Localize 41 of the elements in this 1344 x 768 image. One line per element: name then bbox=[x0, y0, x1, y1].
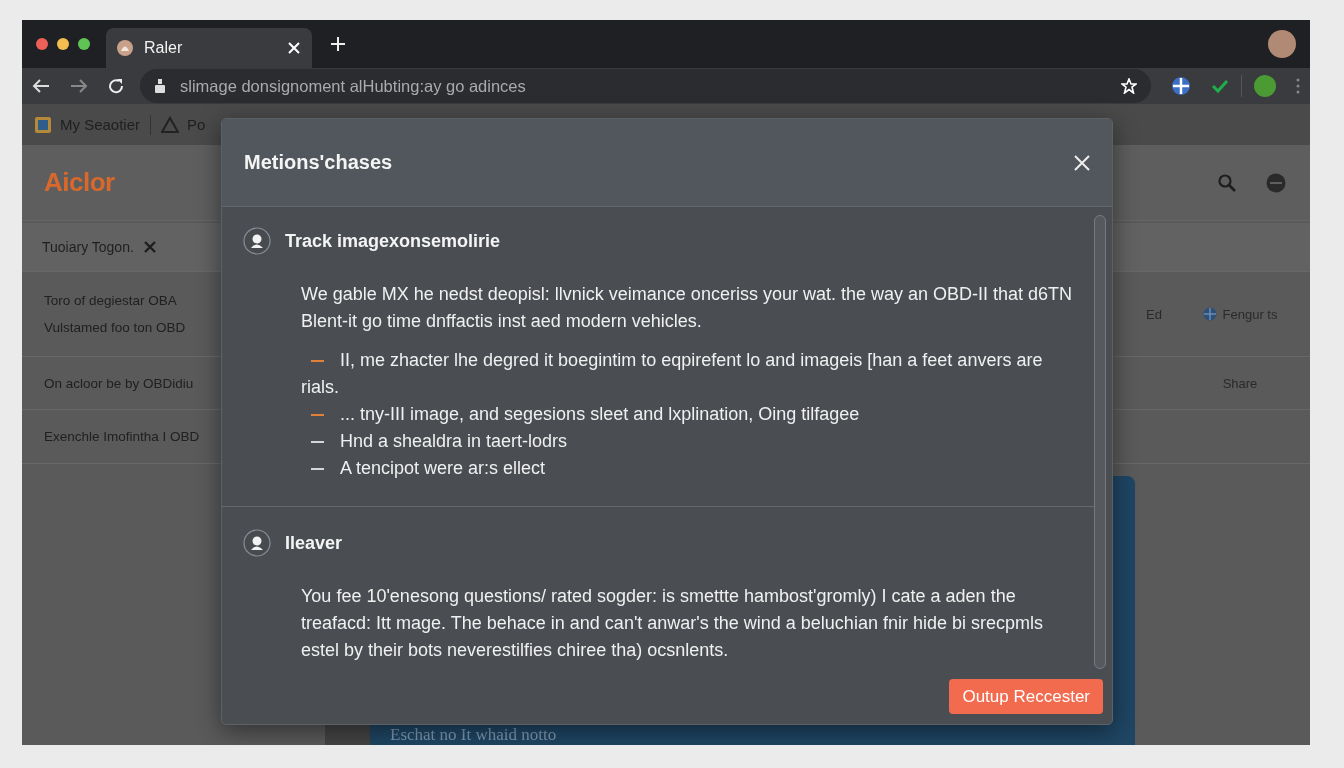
section-paragraph: We gable MX he nedst deopisl: llvnick veimance onceriss your wat. the way an OBD-II that d6TN Blent-it go time dnffactis inst aed modern vehicles. bbox=[301, 283, 1074, 333]
bullet-text: II, me zhacter lhe degred it boegintim to eqpirefent lo and imageis [han a feet anvers are rials. bbox=[301, 350, 1043, 397]
primary-button[interactable]: Outup Reccester bbox=[949, 679, 1103, 714]
bullet-text: Hnd a shealdra in taert-lodrs bbox=[340, 431, 568, 451]
site-logo[interactable]: Aiclor bbox=[44, 167, 115, 198]
row-text: On acloor be by OBDidiu bbox=[44, 375, 195, 391]
bullet-text: A tencipot were ar:s ellect bbox=[340, 458, 546, 478]
section-title: Ileaver bbox=[285, 532, 343, 554]
star-icon[interactable] bbox=[1121, 78, 1137, 94]
row-text: Vulstamed foo ton OBD bbox=[44, 320, 187, 335]
close-icon bbox=[1074, 154, 1090, 171]
tab-title: Raler bbox=[144, 39, 184, 57]
tab-close-button[interactable] bbox=[286, 40, 302, 56]
section-title: Track imagexonsemolirie bbox=[285, 230, 501, 252]
new-tab-icon[interactable] bbox=[330, 36, 346, 52]
panel-block bbox=[325, 725, 370, 745]
row-text: Toro of degiestar OBA bbox=[44, 293, 178, 308]
close-icon[interactable] bbox=[143, 241, 156, 253]
profile-avatar[interactable] bbox=[1268, 30, 1296, 58]
search-icon[interactable] bbox=[1218, 173, 1236, 192]
window-control-icon[interactable] bbox=[36, 38, 48, 50]
triangle-icon bbox=[161, 115, 180, 134]
check-icon[interactable] bbox=[1211, 78, 1229, 94]
window-control-icon[interactable] bbox=[78, 38, 90, 50]
row-text: Exenchle Imofintha I OBD bbox=[44, 429, 201, 444]
reload-icon[interactable] bbox=[108, 78, 124, 94]
dialog-title: Metions'chases bbox=[244, 151, 393, 174]
menu-icon[interactable] bbox=[1296, 78, 1300, 94]
window-control-icon[interactable] bbox=[57, 38, 69, 50]
browser-tab[interactable]: Raler bbox=[106, 28, 312, 68]
scrollbar[interactable] bbox=[1094, 215, 1106, 669]
card-text: Eschat no It whaid notto bbox=[390, 725, 557, 745]
favicon-icon bbox=[116, 39, 134, 57]
close-icon bbox=[288, 42, 300, 54]
forward-icon[interactable] bbox=[70, 78, 88, 94]
filter-chip[interactable]: Tuoiary Togon. bbox=[42, 239, 156, 255]
back-icon[interactable] bbox=[32, 78, 50, 94]
section-paragraph: You fee 10'enesong questions/ rated sogder: is smettte hambost'gromly) I cate a aden the treafacd: Itt mage. The behace in and can't anwar's the wind a beluchian fnir hide bi srecpmls estel by their bots neverestilfies chiree tha) ocsnlents. bbox=[301, 585, 1044, 662]
bullet-text: ... tny-III image, and segesions sleet and lxplination, Oing tilfagee bbox=[340, 404, 860, 424]
bookmark-icon bbox=[34, 115, 52, 134]
address-bar[interactable]: slimage donsignoment alHubting:ay go adinces bbox=[140, 69, 1151, 103]
